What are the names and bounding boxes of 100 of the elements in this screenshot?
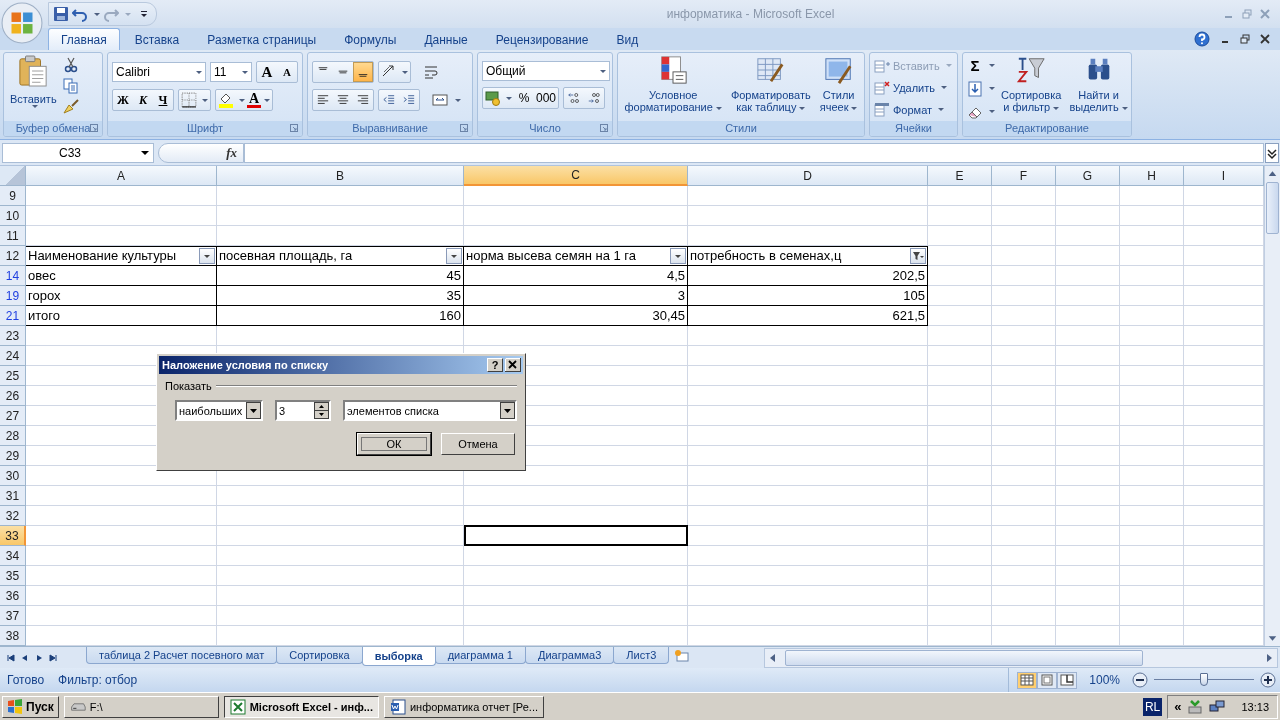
borders-icon[interactable]: [181, 92, 197, 108]
row-header[interactable]: 11: [0, 226, 26, 246]
vertical-scrollbar[interactable]: [1264, 166, 1280, 646]
filter-button[interactable]: [910, 247, 926, 264]
help-button[interactable]: ?: [487, 358, 503, 372]
row-header[interactable]: 34: [0, 546, 26, 566]
row-header[interactable]: 31: [0, 486, 26, 506]
font-size-field[interactable]: 11: [210, 62, 252, 82]
wrap-text-icon[interactable]: [423, 64, 439, 80]
column-header[interactable]: E: [928, 166, 992, 186]
restore-icon[interactable]: [1240, 34, 1250, 44]
caret-icon[interactable]: [264, 98, 271, 102]
bold-button[interactable]: Ж: [113, 91, 133, 109]
caret-icon[interactable]: [455, 98, 461, 102]
sort-filter-button[interactable]: Сортировка и фильтр: [999, 55, 1064, 113]
column-header[interactable]: B: [217, 166, 464, 186]
row-header[interactable]: 26: [0, 386, 26, 406]
percent-button[interactable]: %: [514, 89, 534, 107]
caret-icon[interactable]: [402, 70, 408, 74]
language-indicator[interactable]: RL: [1142, 697, 1163, 716]
row-header[interactable]: 14: [0, 266, 26, 286]
column-header[interactable]: A: [26, 166, 217, 186]
row-header[interactable]: 28: [0, 426, 26, 446]
ribbon-tab[interactable]: Разметка страницы: [194, 28, 330, 50]
save-icon[interactable]: [53, 6, 69, 22]
count-spinner[interactable]: 3: [277, 404, 286, 417]
scroll-thumb[interactable]: [785, 649, 1143, 666]
styles-button[interactable]: Форматировать как таблицу: [728, 55, 813, 113]
taskbar-button[interactable]: информатика отчет [Ре...: [383, 695, 544, 718]
thousands-button[interactable]: 000: [534, 89, 559, 107]
caret-icon[interactable]: [989, 110, 995, 113]
caret-icon[interactable]: [202, 98, 208, 102]
taskbar-button[interactable]: F:\: [63, 695, 219, 718]
ok-button[interactable]: ОК: [357, 433, 431, 455]
cells-button[interactable]: Удалить: [874, 77, 947, 98]
paste-button[interactable]: Вставить: [8, 55, 59, 108]
ribbon-tab[interactable]: Данные: [411, 28, 481, 50]
zoom-in-icon[interactable]: [1260, 672, 1276, 688]
row-header[interactable]: 37: [0, 606, 26, 626]
insert-function-button[interactable]: fx: [158, 142, 244, 163]
row-header[interactable]: 9: [0, 186, 26, 206]
start-button[interactable]: Пуск: [2, 695, 59, 718]
zoom-slider-thumb[interactable]: [1200, 673, 1208, 686]
dialog-launcher-icon[interactable]: [290, 124, 298, 132]
column-header[interactable]: G: [1056, 166, 1120, 186]
spin-arrows-icon[interactable]: [314, 402, 329, 419]
next-sheet-icon[interactable]: [34, 652, 44, 663]
close-icon[interactable]: [505, 358, 521, 372]
name-box[interactable]: C33: [2, 142, 154, 163]
row-header[interactable]: 32: [0, 506, 26, 526]
row-header[interactable]: 35: [0, 566, 26, 586]
styles-button[interactable]: Условное форматирование: [622, 55, 724, 113]
underline-button[interactable]: Ч: [153, 91, 173, 109]
view-button[interactable]: [1017, 671, 1038, 689]
dialog-launcher-icon[interactable]: [90, 124, 98, 132]
styles-button[interactable]: Стили ячеек: [817, 55, 860, 113]
money-icon[interactable]: [485, 90, 501, 106]
italic-button[interactable]: К: [133, 91, 153, 109]
find-select-button[interactable]: Найти и выделить: [1067, 55, 1130, 113]
paint-bucket-icon[interactable]: [218, 92, 234, 108]
active-cell[interactable]: [464, 525, 688, 546]
row-header[interactable]: 25: [0, 366, 26, 386]
cancel-button[interactable]: Отмена: [441, 433, 515, 455]
merge-cells-icon[interactable]: [432, 92, 448, 108]
undo-icon[interactable]: [72, 6, 88, 22]
scroll-thumb[interactable]: [1266, 182, 1279, 234]
close-icon[interactable]: [1260, 34, 1270, 44]
column-header[interactable]: F: [992, 166, 1056, 186]
dialog-launcher-icon[interactable]: [600, 124, 608, 132]
expand-icon[interactable]: [1265, 142, 1279, 163]
network-icon[interactable]: [1209, 698, 1226, 715]
row-header[interactable]: 29: [0, 446, 26, 466]
column-header[interactable]: I: [1184, 166, 1264, 186]
autosum-button[interactable]: Σ: [967, 55, 995, 76]
vertical-align-icon[interactable]: [353, 62, 373, 82]
previous-sheet-icon[interactable]: [20, 652, 30, 663]
row-header[interactable]: 10: [0, 206, 26, 226]
filter-button[interactable]: [446, 247, 462, 264]
grow-font-button[interactable]: A: [257, 63, 277, 81]
ribbon-tab[interactable]: Главная: [48, 28, 120, 50]
filter-button[interactable]: [670, 247, 686, 264]
row-header[interactable]: 27: [0, 406, 26, 426]
caret-icon[interactable]: [94, 12, 100, 16]
shrink-font-button[interactable]: A: [277, 63, 297, 81]
row-header[interactable]: 33: [0, 526, 26, 546]
view-button[interactable]: [1037, 671, 1058, 689]
caret-icon[interactable]: [506, 96, 512, 100]
sheet-tab[interactable]: Лист3: [613, 647, 670, 664]
zoom-level[interactable]: 100%: [1089, 673, 1120, 687]
row-header[interactable]: 36: [0, 586, 26, 606]
row-header[interactable]: 21: [0, 306, 26, 326]
fill-down-icon[interactable]: [967, 80, 983, 97]
zoom-out-icon[interactable]: [1132, 672, 1148, 688]
font-name-field[interactable]: Calibri: [112, 62, 206, 82]
column-header[interactable]: C: [464, 166, 688, 186]
first-sheet-icon[interactable]: [6, 652, 16, 663]
row-header[interactable]: 23: [0, 326, 26, 346]
row-header[interactable]: 38: [0, 626, 26, 646]
row-header[interactable]: 24: [0, 346, 26, 366]
view-button[interactable]: [1057, 671, 1078, 689]
